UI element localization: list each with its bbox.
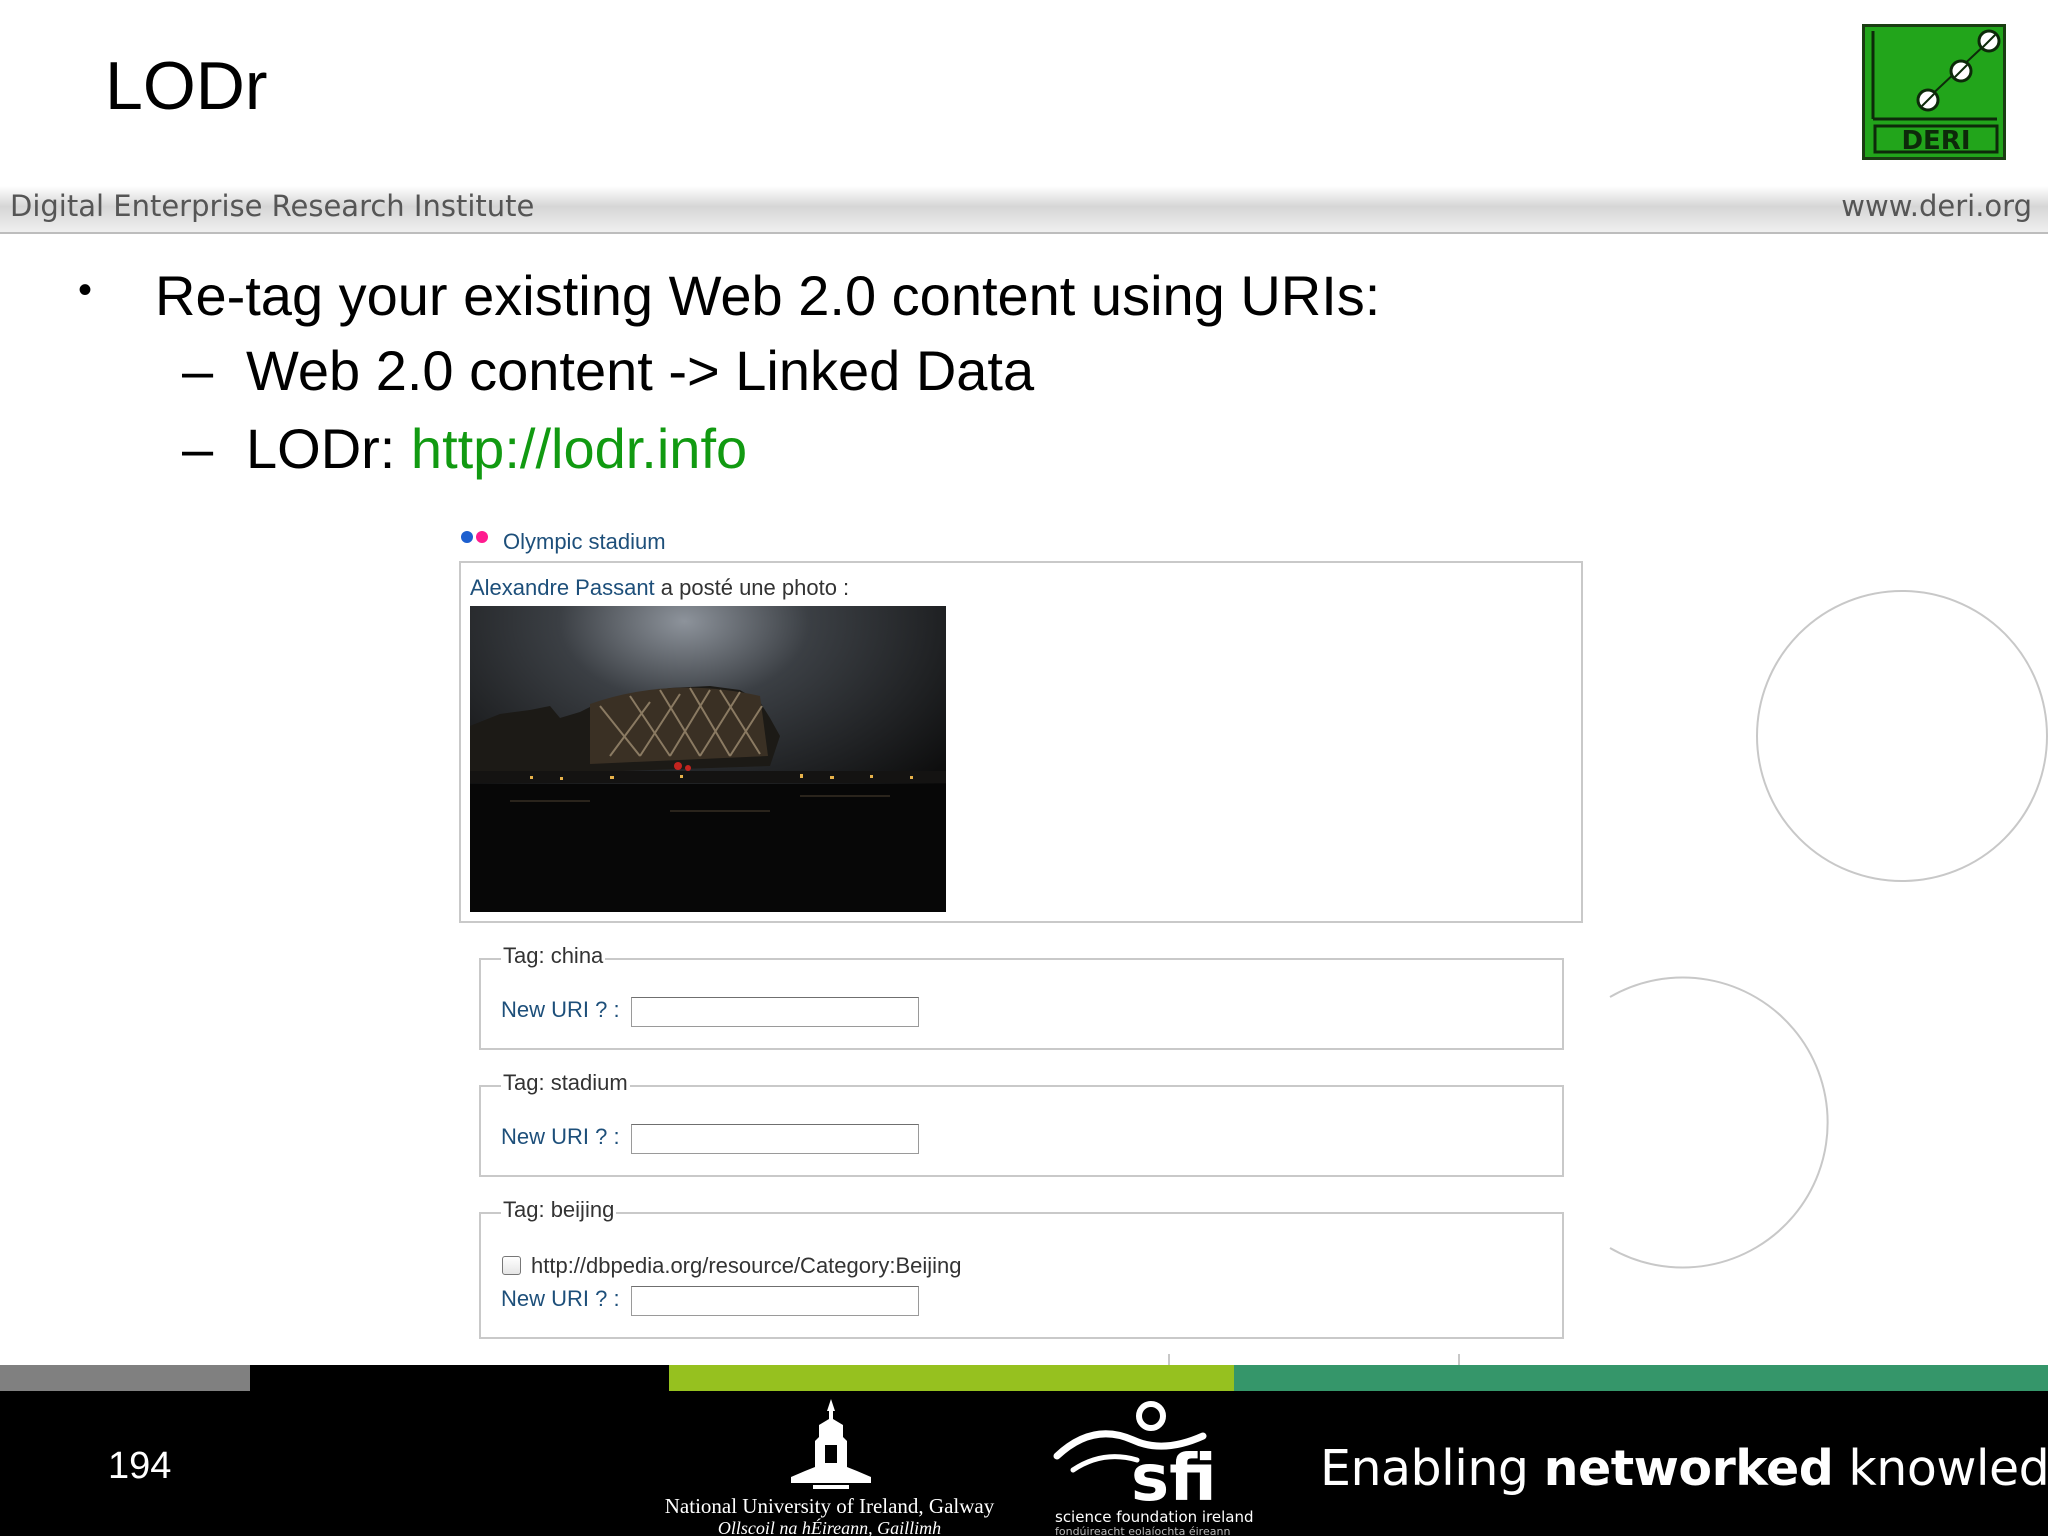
tag-box-stadium: Tag: stadium New URI ? : — [479, 1070, 1564, 1177]
tag-legend: Tag: beijing — [501, 1197, 617, 1223]
institute-name: Digital Enterprise Research Institute — [10, 189, 535, 223]
tagline-pre: Enabling — [1320, 1440, 1544, 1497]
scroll-tick — [1458, 1354, 1460, 1365]
sub-bullet-label: LODr: — [246, 417, 411, 480]
nuig-crest-icon — [791, 1399, 871, 1489]
tag-legend: Tag: stadium — [501, 1070, 630, 1096]
page-number: 194 — [108, 1445, 172, 1487]
deri-logo: DERI — [1862, 24, 2006, 160]
website-url[interactable]: www.deri.org — [1841, 189, 2032, 223]
decorative-circle — [1756, 590, 2048, 882]
sfi-logo-icon: sfi — [1053, 1401, 1217, 1504]
bullet-dot: • — [78, 268, 93, 312]
new-uri-label: New URI ? : — [501, 1124, 620, 1149]
new-uri-input-stadium[interactable] — [631, 1124, 919, 1154]
sfi-logo-text: sfi — [1131, 1442, 1217, 1504]
tagline-post: knowledge. — [1848, 1440, 2048, 1497]
photo-title-link[interactable]: Olympic stadium — [503, 529, 666, 555]
new-uri-input-china[interactable] — [631, 997, 919, 1027]
nuig-name: National University of Ireland, Galway — [664, 1494, 995, 1518]
sfi-irish-name: fondúireacht eolaíochta éireann — [1055, 1525, 1231, 1538]
deri-logo-text: DERI — [1901, 126, 1970, 156]
scroll-tick — [1168, 1354, 1170, 1365]
tag-box-beijing: Tag: beijing http://dbpedia.org/resource… — [479, 1197, 1564, 1339]
new-uri-label: New URI ? : — [501, 1286, 620, 1311]
lodr-link[interactable]: http://lodr.info — [411, 417, 747, 480]
tag-box-china: Tag: china New URI ? : — [479, 943, 1564, 1050]
stadium-photo[interactable] — [470, 606, 946, 912]
decorative-circle-arc — [1609, 976, 1829, 1269]
author-link[interactable]: Alexandre Passant — [470, 575, 655, 600]
flickr-icon — [461, 531, 488, 543]
bullet-main: Re-tag your existing Web 2.0 content usi… — [155, 264, 1381, 327]
sub-bullet-lodr: LODr: http://lodr.info — [246, 421, 747, 477]
dbpedia-beijing-checkbox[interactable] — [502, 1256, 521, 1275]
posted-text: a posté une photo : — [654, 575, 850, 600]
dbpedia-beijing-uri: http://dbpedia.org/resource/Category:Bei… — [531, 1253, 962, 1278]
sub-bullet-dash: – — [182, 417, 214, 480]
footer-color-bar — [0, 1365, 2048, 1391]
tag-legend: Tag: china — [501, 943, 606, 969]
sub-bullet-linked-data: Web 2.0 content -> Linked Data — [246, 339, 1035, 402]
new-uri-input-beijing[interactable] — [631, 1286, 919, 1316]
sfi-name: science foundation ireland — [1055, 1508, 1254, 1526]
slide-title: LODr — [105, 48, 268, 124]
posted-line: Alexandre Passant a posté une photo : — [470, 575, 849, 601]
tagline: Enabling networked knowledge. — [1320, 1440, 2048, 1497]
tagline-bold: networked — [1543, 1440, 1834, 1497]
new-uri-label: New URI ? : — [501, 997, 620, 1022]
sub-bullet-dash: – — [182, 339, 214, 402]
